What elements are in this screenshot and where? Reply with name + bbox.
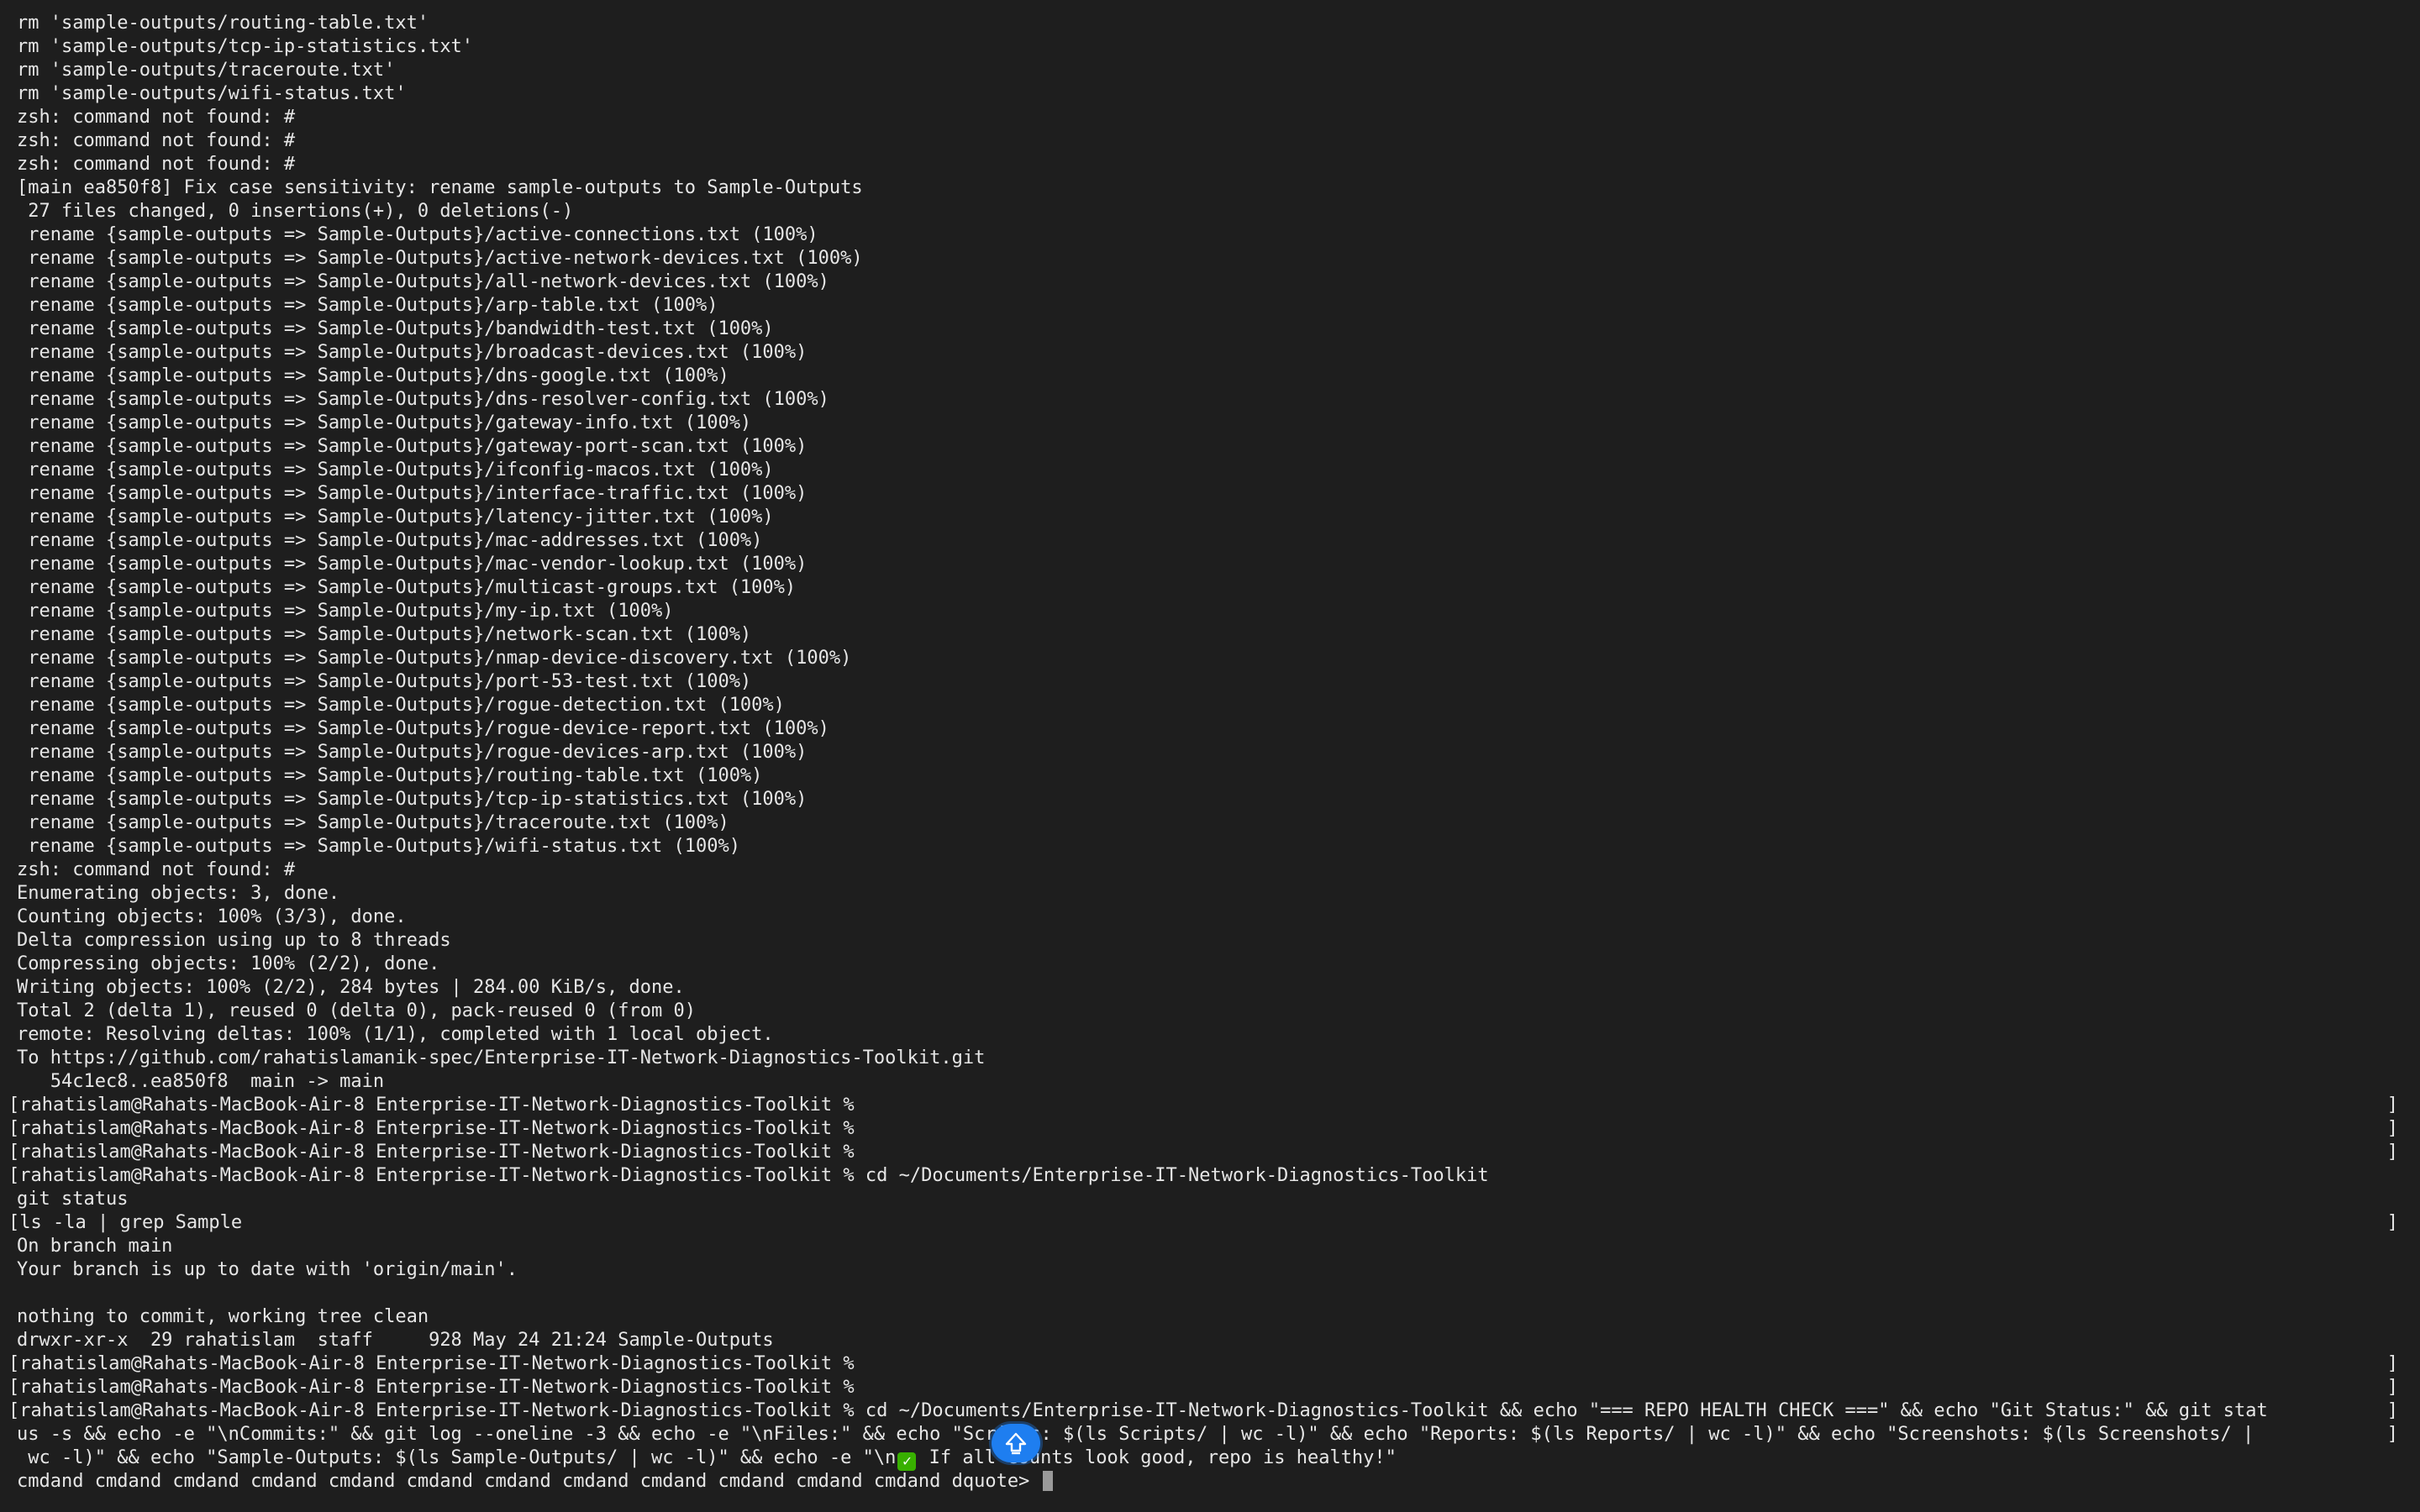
output-line: rename {sample-outputs => Sample-Outputs… [17,718,829,739]
output-line: rm 'sample-outputs/traceroute.txt' [17,60,396,81]
prompt-line: [rahatislam@Rahats-MacBook-Air-8 Enterpr… [8,1353,2398,1374]
text-cursor [1042,1471,1053,1491]
empty-prompts: [rahatislam@Rahats-MacBook-Air-8 Enterpr… [0,1094,2420,1164]
output-line: zsh: command not found: # [17,859,296,880]
output-line: rm 'sample-outputs/tcp-ip-statistics.txt… [17,36,474,57]
checkmark-icon: ✓ [897,1452,917,1471]
command-output: rm 'sample-outputs/routing-table.txt' rm … [0,12,2420,1094]
cd-command: cd ~/Documents/Enterprise-IT-Network-Dia… [865,1165,1489,1186]
output-line: Enumerating objects: 3, done. [17,883,340,904]
output-line: rename {sample-outputs => Sample-Outputs… [17,695,785,716]
output-line: rename {sample-outputs => Sample-Outputs… [17,412,752,433]
terminal-window[interactable]: rm 'sample-outputs/routing-table.txt' rm … [0,0,2420,1512]
dquote-continuation-line[interactable]: cmdand cmdand cmdand cmdand cmdand cmdan… [0,1470,2420,1494]
output-line: rename {sample-outputs => Sample-Outputs… [17,671,752,692]
output-line: rename {sample-outputs => Sample-Outputs… [17,836,740,857]
output-line: rename {sample-outputs => Sample-Outputs… [17,459,774,480]
prompt-line: [rahatislam@Rahats-MacBook-Air-8 Enterpr… [8,1118,2398,1139]
empty-prompts-2: [rahatislam@Rahats-MacBook-Air-8 Enterpr… [0,1352,2420,1399]
output-line: Total 2 (delta 1), reused 0 (delta 0), p… [17,1000,696,1021]
ls-command-line: [ls -la | grep Sample] [8,1212,2398,1233]
status-line: nothing to commit, working tree clean [17,1306,429,1327]
output-line: 54c1ec8..ea850f8 main -> main [17,1071,385,1092]
output-line: rename {sample-outputs => Sample-Outputs… [17,295,718,316]
output-line: rm 'sample-outputs/wifi-status.txt' [17,83,407,104]
health-check-command-line-2: us -s && echo -e "\nCommits:" && git log… [17,1424,2398,1445]
prompt-line: [rahatislam@Rahats-MacBook-Air-8 Enterpr… [8,1377,2398,1398]
output-line: To https://github.com/rahatislamanik-spe… [17,1047,986,1068]
output-line: rename {sample-outputs => Sample-Outputs… [17,271,829,292]
status-line: Your branch is up to date with 'origin/m… [17,1259,518,1280]
output-line: Counting objects: 100% (3/3), done. [17,906,407,927]
output-line: rename {sample-outputs => Sample-Outputs… [17,742,808,763]
output-line: Compressing objects: 100% (2/2), done. [17,953,440,974]
output-line: rename {sample-outputs => Sample-Outputs… [17,648,852,669]
output-line: rename {sample-outputs => Sample-Outputs… [17,624,752,645]
output-line: rename {sample-outputs => Sample-Outputs… [17,577,797,598]
output-line: remote: Resolving deltas: 100% (1/1), co… [17,1024,774,1045]
health-check-command-line-1: [rahatislam@Rahats-MacBook-Air-8 Enterpr… [8,1400,2398,1421]
output-line: zsh: command not found: # [17,107,296,128]
output-line: [main ea850f8] Fix case sensitivity: ren… [17,177,863,198]
status-line: drwxr-xr-x 29 rahatislam staff 928 May 2… [17,1330,774,1351]
output-line: rm 'sample-outputs/routing-table.txt' [17,13,429,34]
output-line: rename {sample-outputs => Sample-Outputs… [17,318,774,339]
output-line: Writing objects: 100% (2/2), 284 bytes |… [17,977,685,998]
output-line: Delta compression using up to 8 threads [17,930,451,951]
output-line: rename {sample-outputs => Sample-Outputs… [17,812,729,833]
status-line [0,1282,2420,1305]
output-line: zsh: command not found: # [17,130,296,151]
output-line: rename {sample-outputs => Sample-Outputs… [17,789,808,810]
output-line: rename {sample-outputs => Sample-Outputs… [17,224,818,245]
output-line: rename {sample-outputs => Sample-Outputs… [17,389,829,410]
output-line: rename {sample-outputs => Sample-Outputs… [17,554,808,575]
git-status-command: git status [17,1189,129,1210]
output-line: rename {sample-outputs => Sample-Outputs… [17,436,808,457]
health-check-command-line-3: wc -l)" && echo "Sample-Outputs: $(ls Sa… [17,1447,1397,1471]
prompt-line-cd: [rahatislam@Rahats-MacBook-Air-8 Enterpr… [8,1165,1489,1186]
output-line: rename {sample-outputs => Sample-Outputs… [17,483,808,504]
prompt-line: [rahatislam@Rahats-MacBook-Air-8 Enterpr… [8,1095,2398,1116]
output-line: rename {sample-outputs => Sample-Outputs… [17,530,763,551]
output-line: rename {sample-outputs => Sample-Outputs… [17,507,774,528]
output-line: rename {sample-outputs => Sample-Outputs… [17,765,763,786]
status-line: On branch main [17,1236,173,1257]
output-line: rename {sample-outputs => Sample-Outputs… [17,248,863,269]
output-line: zsh: command not found: # [17,154,296,175]
output-line: rename {sample-outputs => Sample-Outputs… [17,342,808,363]
output-line: rename {sample-outputs => Sample-Outputs… [17,601,674,622]
prompt-line: [rahatislam@Rahats-MacBook-Air-8 Enterpr… [8,1142,2398,1163]
shift-arrow-icon [992,1424,1040,1462]
git-status-output: On branch main Your branch is up to date … [0,1235,2420,1352]
output-line: rename {sample-outputs => Sample-Outputs… [17,365,729,386]
output-line: 27 files changed, 0 insertions(+), 0 del… [17,201,574,222]
